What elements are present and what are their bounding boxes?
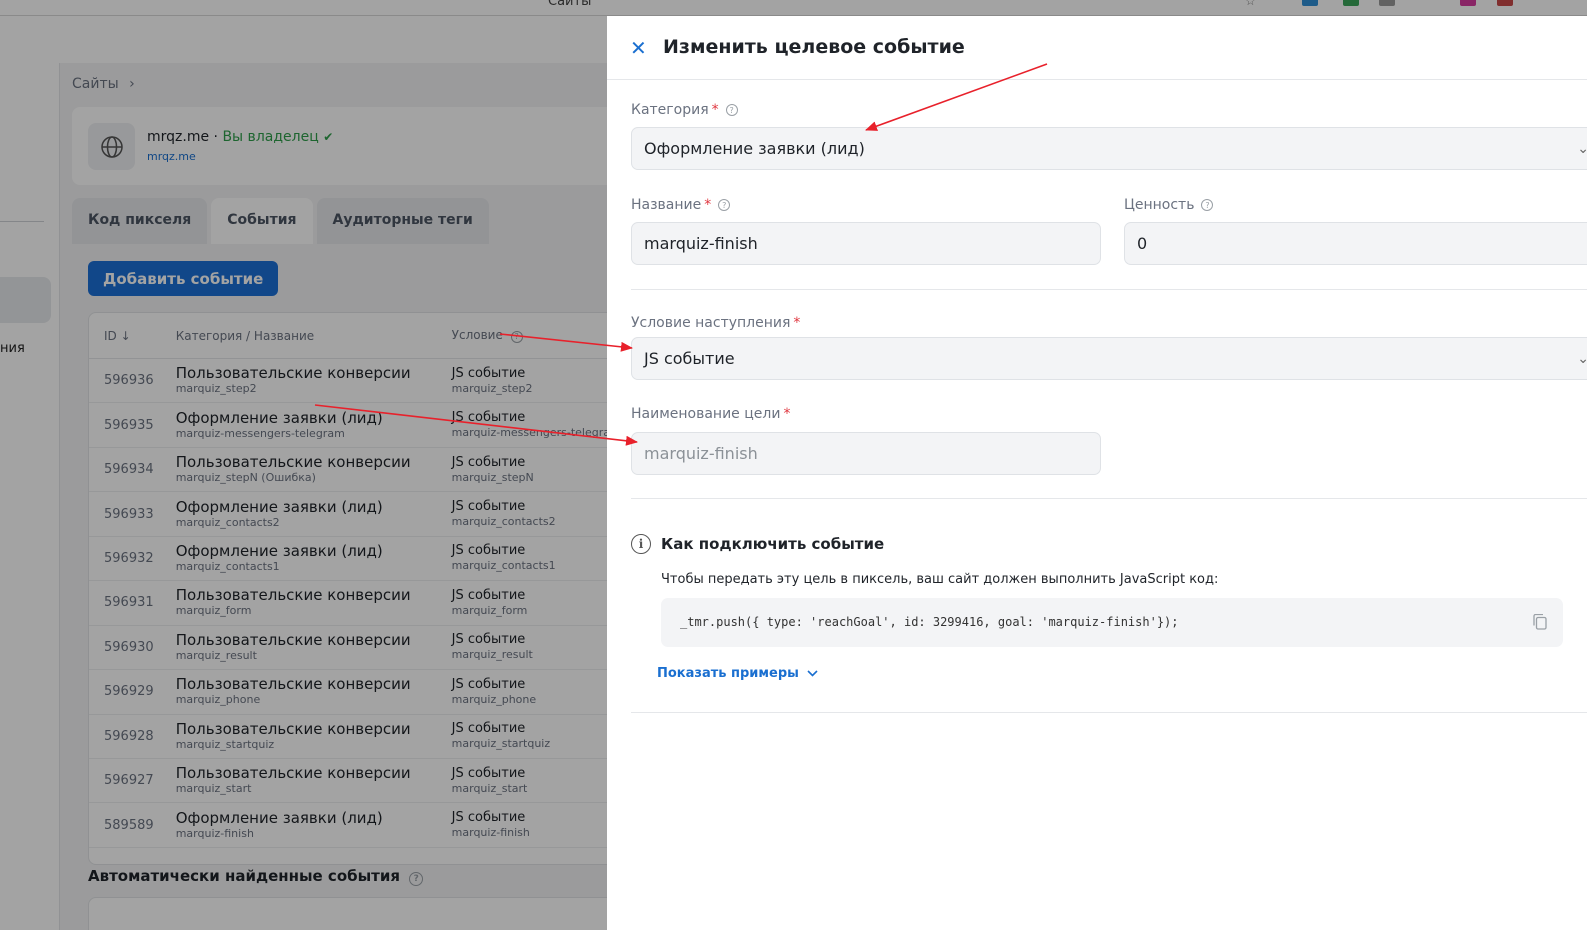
show-examples-label: Показать примеры <box>657 666 799 681</box>
divider <box>631 712 1587 713</box>
info-icon: i <box>631 534 651 554</box>
name-label-text: Название <box>631 197 702 213</box>
chevron-down-icon <box>807 670 818 677</box>
category-label-text: Категория <box>631 102 709 118</box>
goal-name-input-value: marquiz-finish <box>644 444 758 463</box>
drawer-header: ✕ Изменить целевое событие <box>607 16 1587 80</box>
show-examples-link[interactable]: Показать примеры <box>657 666 818 681</box>
edit-event-drawer: ✕ Изменить целевое событие Категория *? О… <box>607 16 1587 930</box>
help-icon[interactable]: ? <box>1201 199 1214 211</box>
required-mark: * <box>704 197 712 213</box>
copy-icon[interactable] <box>1533 614 1547 630</box>
chevron-down-icon: ⌄ <box>1577 141 1587 157</box>
divider <box>631 498 1587 499</box>
value-label-text: Ценность <box>1124 197 1195 213</box>
condition-label-text: Условие наступления <box>631 315 791 331</box>
value-input[interactable]: 0 <box>1124 222 1587 265</box>
close-icon[interactable]: ✕ <box>630 36 647 60</box>
condition-label: Условие наступления * <box>631 315 800 331</box>
goal-name-label: Наименование цели * <box>631 406 790 422</box>
required-mark: * <box>711 102 719 118</box>
name-label: Название *? <box>631 197 731 213</box>
condition-select[interactable]: JS событие ⌄ <box>631 337 1587 380</box>
howto-text: Чтобы передать эту цель в пиксель, ваш с… <box>661 572 1219 587</box>
category-select[interactable]: Оформление заявки (лид) ⌄ <box>631 127 1587 170</box>
value-input-value: 0 <box>1137 234 1148 253</box>
category-label: Категория *? <box>631 102 738 118</box>
help-icon[interactable]: ? <box>718 199 731 211</box>
category-select-value: Оформление заявки (лид) <box>644 139 865 158</box>
chevron-down-icon: ⌄ <box>1577 351 1587 367</box>
goal-name-input[interactable]: marquiz-finish <box>631 432 1101 475</box>
value-label: Ценность? <box>1124 197 1214 213</box>
help-icon[interactable]: ? <box>725 104 738 116</box>
name-input[interactable]: marquiz-finish <box>631 222 1101 265</box>
name-input-value: marquiz-finish <box>644 234 758 253</box>
divider <box>631 289 1587 290</box>
code-snippet: _tmr.push({ type: 'reachGoal', id: 32994… <box>661 598 1563 647</box>
goal-name-label-text: Наименование цели <box>631 406 781 422</box>
required-mark: * <box>793 315 801 331</box>
howto-title: Как подключить событие <box>661 535 885 553</box>
condition-select-value: JS событие <box>644 349 735 368</box>
drawer-title: Изменить целевое событие <box>663 36 965 58</box>
code-snippet-text[interactable]: _tmr.push({ type: 'reachGoal', id: 32994… <box>680 615 1179 629</box>
required-mark: * <box>783 406 791 422</box>
